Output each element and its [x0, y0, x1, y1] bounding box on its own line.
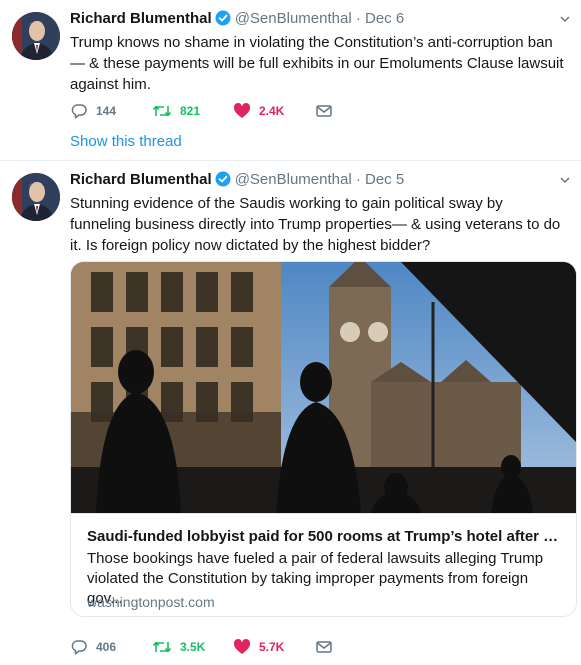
author-handle[interactable]: @SenBlumenthal: [235, 10, 352, 27]
retweet-button[interactable]: 821: [152, 99, 200, 123]
tweet-text: Trump knows no shame in violating the Co…: [70, 34, 564, 93]
separator: ·: [355, 171, 361, 188]
retweet-button[interactable]: 3.5K: [152, 635, 205, 659]
heart-icon: [233, 638, 251, 656]
retweet-icon: [152, 102, 172, 120]
envelope-icon: [315, 102, 333, 120]
like-count: 2.4K: [259, 104, 285, 118]
chevron-down-icon[interactable]: [559, 12, 571, 30]
author-name[interactable]: Richard Blumenthal: [70, 10, 212, 27]
tweet-date[interactable]: Dec 6: [365, 10, 404, 27]
card-title[interactable]: Saudi-funded lobbyist paid for 500 rooms…: [87, 527, 562, 547]
dm-button[interactable]: [315, 635, 333, 659]
like-count: 5.7K: [259, 640, 285, 654]
tweet[interactable]: Richard Blumenthal @SenBlumenthal · Dec 6…: [0, 0, 581, 160]
author-name[interactable]: Richard Blumenthal: [70, 171, 212, 188]
reply-button[interactable]: 406: [70, 635, 116, 659]
reply-icon: [70, 638, 88, 656]
tweet[interactable]: Richard Blumenthal @SenBlumenthal · Dec 5…: [0, 161, 581, 665]
reply-button[interactable]: 144: [70, 99, 116, 123]
reply-icon: [70, 102, 88, 120]
like-button[interactable]: 5.7K: [233, 635, 284, 659]
retweet-count: 3.5K: [180, 640, 206, 654]
tweet-header: Richard Blumenthal @SenBlumenthal · Dec 5: [70, 170, 404, 193]
card-image[interactable]: [71, 262, 576, 513]
show-thread-link[interactable]: Show this thread: [70, 133, 182, 150]
retweet-count: 821: [180, 104, 201, 118]
avatar[interactable]: [12, 173, 60, 221]
heart-icon: [233, 102, 251, 120]
reply-count: 144: [96, 104, 117, 118]
card-domain: washingtonpost.com: [87, 594, 215, 610]
tweet-text: Stunning evidence of the Saudis working …: [70, 195, 561, 254]
author-handle[interactable]: @SenBlumenthal: [235, 171, 352, 188]
chevron-down-icon[interactable]: [559, 173, 571, 191]
reply-count: 406: [96, 640, 117, 654]
tweet-date[interactable]: Dec 5: [365, 171, 404, 188]
link-card[interactable]: Saudi-funded lobbyist paid for 500 rooms…: [70, 261, 577, 617]
dm-button[interactable]: [315, 99, 333, 123]
separator: ·: [355, 10, 361, 27]
tweet-header: Richard Blumenthal @SenBlumenthal · Dec 6: [70, 9, 404, 32]
verified-badge-icon: [215, 10, 231, 32]
like-button[interactable]: 2.4K: [233, 99, 284, 123]
verified-badge-icon: [215, 171, 231, 193]
card-body[interactable]: Saudi-funded lobbyist paid for 500 rooms…: [71, 513, 576, 616]
retweet-icon: [152, 638, 172, 656]
avatar[interactable]: [12, 12, 60, 60]
envelope-icon: [315, 638, 333, 656]
